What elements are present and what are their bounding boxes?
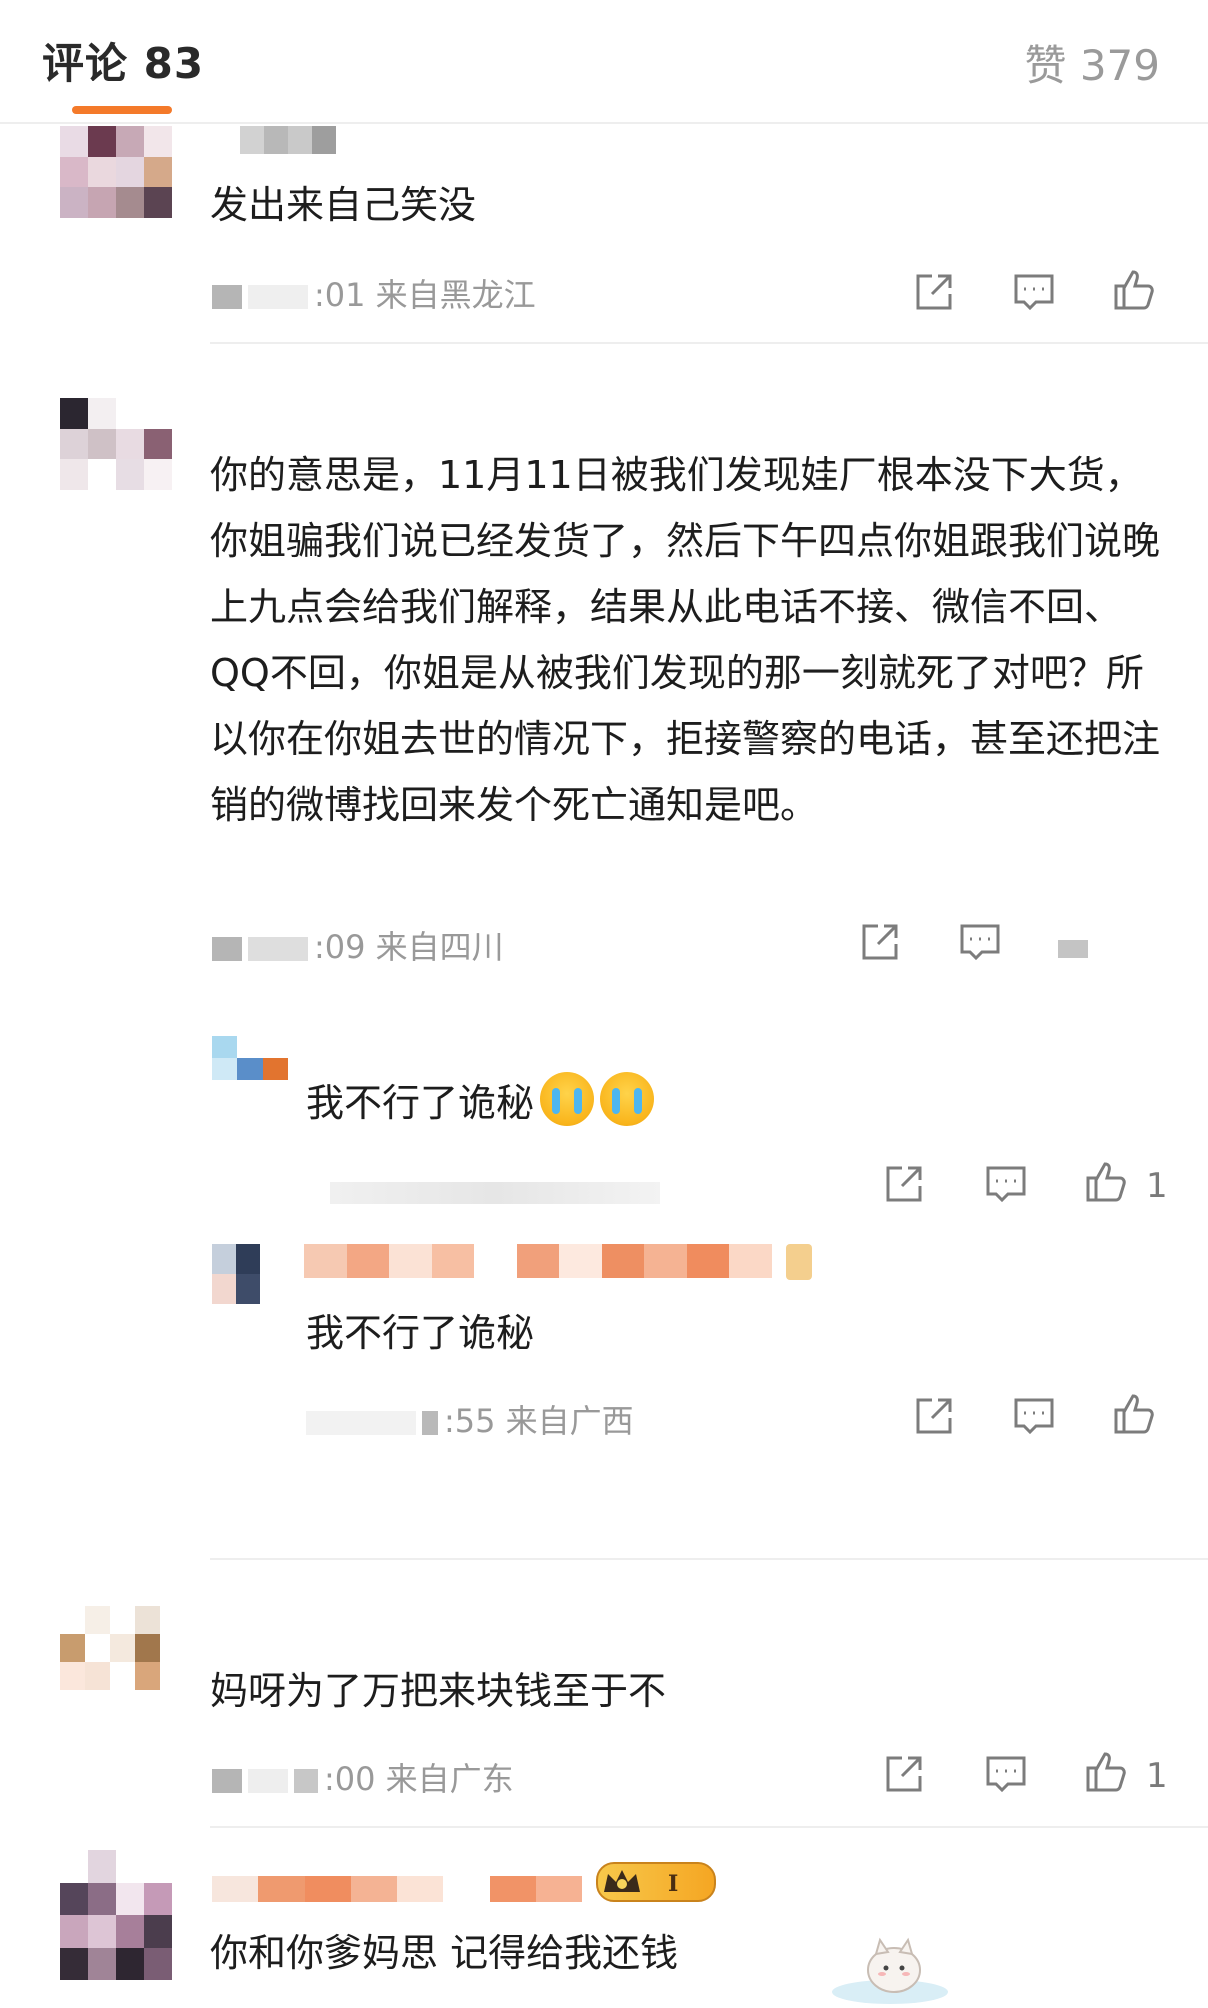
avatar[interactable] xyxy=(60,1606,160,1690)
reply-meta: :55 来自广西 xyxy=(306,1396,634,1442)
like-count: 1 xyxy=(1146,1756,1168,1796)
tab-active-indicator xyxy=(72,106,172,114)
avatar[interactable] xyxy=(60,398,172,490)
avatar[interactable] xyxy=(60,1850,172,1980)
share-icon[interactable] xyxy=(910,268,958,316)
vip-badge-blurred xyxy=(786,1244,812,1280)
comment-meta: :01 来自黑龙江 xyxy=(212,270,536,316)
comment-text: 妈呀为了万把来块钱至于不 xyxy=(210,1669,667,1713)
comment-time-location: :01 来自黑龙江 xyxy=(314,276,536,314)
comment-icon[interactable] xyxy=(982,1750,1030,1798)
comment-text: 你和你爹妈思 记得给我还钱 xyxy=(210,1931,679,1975)
comment-meta: :09 来自四川 xyxy=(212,922,504,968)
comment-icon[interactable] xyxy=(1010,1392,1058,1440)
avatar[interactable] xyxy=(60,126,172,218)
thumbs-up-icon[interactable] xyxy=(1082,1158,1130,1206)
comments-tab-title[interactable]: 评论 83 xyxy=(42,30,204,91)
comment-time-location: :09 来自四川 xyxy=(314,928,504,966)
reply-avatar[interactable] xyxy=(212,1036,288,1080)
thumbs-up-icon[interactable] xyxy=(1110,266,1158,314)
comment-icon[interactable] xyxy=(982,1160,1030,1208)
comment-time-location: :00 来自广东 xyxy=(324,1760,514,1798)
likes-tab-title[interactable]: 赞 379 xyxy=(1024,32,1160,93)
comment-divider xyxy=(210,1558,1208,1560)
share-icon[interactable] xyxy=(880,1750,928,1798)
comment-icon[interactable] xyxy=(956,918,1004,966)
sticker-cat-icon xyxy=(830,1914,950,2004)
header-divider xyxy=(0,122,1208,124)
blurred-region xyxy=(1058,940,1088,958)
svg-text:I: I xyxy=(668,1871,678,1897)
share-icon[interactable] xyxy=(856,918,904,966)
crown-badge-icon: I xyxy=(596,1862,716,1902)
comment-icon[interactable] xyxy=(1010,268,1058,316)
thumbs-up-icon[interactable] xyxy=(1110,1390,1158,1438)
comment-meta: :00 来自广东 xyxy=(212,1754,514,1800)
reply-time-location: :55 来自广西 xyxy=(444,1402,634,1440)
reply-text: 我不行了诡秘 xyxy=(306,1070,655,1136)
blurred-meta xyxy=(330,1182,660,1204)
username-blurred[interactable] xyxy=(240,126,336,154)
share-icon[interactable] xyxy=(910,1392,958,1440)
comment-divider xyxy=(210,342,1208,344)
comment-divider xyxy=(210,1826,1208,1828)
reply-avatar[interactable] xyxy=(212,1244,284,1304)
crying-emoji-icon xyxy=(600,1072,655,1126)
like-count: 1 xyxy=(1146,1166,1168,1206)
username-blurred[interactable] xyxy=(212,1876,582,1902)
comment-text: 你的意思是，11月11日被我们发现娃厂根本没下大货，你姐骗我们说已经发货了，然后… xyxy=(210,453,1161,827)
reply-text-content: 我不行了诡秘 xyxy=(306,1081,535,1125)
reply-username-blurred[interactable] xyxy=(304,1244,814,1278)
crying-emoji-icon xyxy=(540,1072,595,1126)
reply-text: 我不行了诡秘 xyxy=(306,1311,535,1355)
comment-text: 发出来自己笑没 xyxy=(210,183,477,227)
share-icon[interactable] xyxy=(880,1160,928,1208)
thumbs-up-icon[interactable] xyxy=(1082,1748,1130,1796)
